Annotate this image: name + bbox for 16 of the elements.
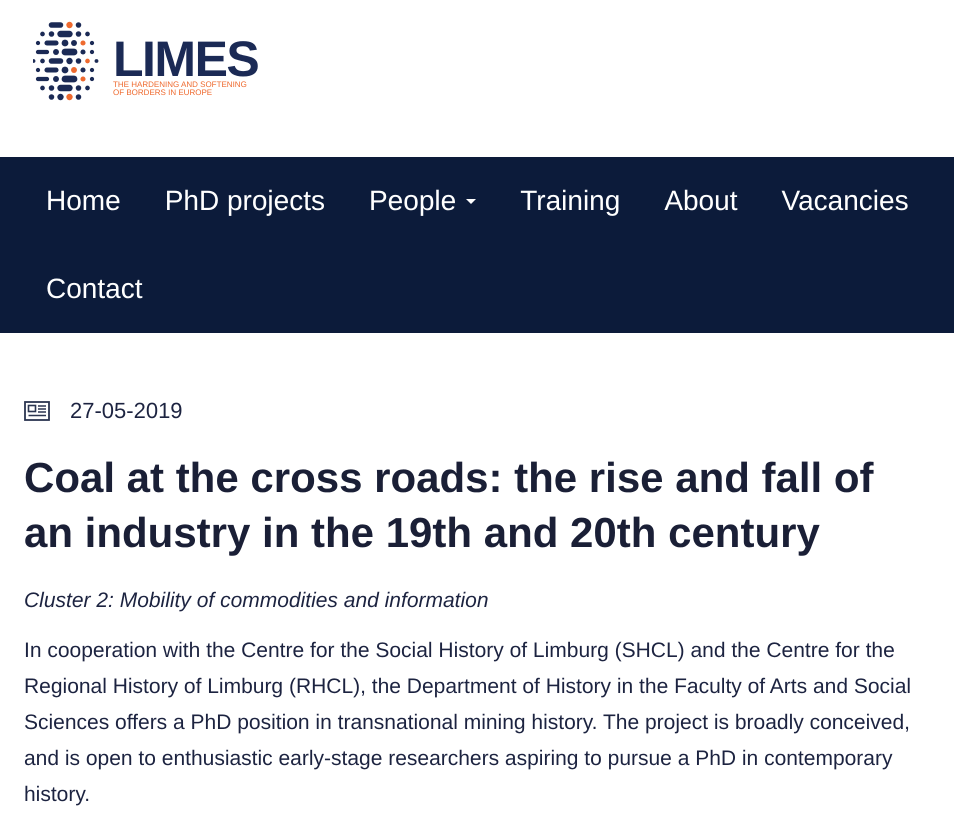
article-subtitle: Cluster 2: Mobility of commodities and information (24, 588, 490, 614)
logo-globe-icon (33, 20, 99, 102)
nav-link[interactable]: About (642, 157, 760, 245)
nav-link[interactable]: Home (24, 157, 143, 245)
article-title: Coal at the cross roads: the rise and fall of an industry in the 19th and 20th century (24, 453, 875, 558)
nav-link[interactable]: People (347, 157, 498, 245)
nav-link[interactable]: Vacancies (759, 157, 931, 245)
logo-tagline: THE HARDENING AND SOFTENING (113, 81, 248, 89)
newspaper-icon (24, 401, 50, 421)
article-body: In cooperation with the Centre for the Social History of Limburg (SHCL) and the Centre for the Regional History of Limburg (RHCL), the Department of History in the Faculty of Arts and Social Sciences offers a PhD position in transnational mining history. The project is broadly conceived, and is open to enthusiastic early-stage researchers aspiring to pursue a PhD in contemporary history. (24, 638, 912, 808)
post-date: 27-05-2019 (70, 398, 183, 424)
logo-tagline: OF BORDERS IN EUROPE (113, 89, 214, 97)
nav-link[interactable]: PhD projects (142, 157, 347, 245)
nav-link[interactable]: Training (498, 157, 642, 245)
logo-wordmark: LIMES (113, 37, 258, 81)
nav-link[interactable]: Contact (24, 245, 164, 333)
